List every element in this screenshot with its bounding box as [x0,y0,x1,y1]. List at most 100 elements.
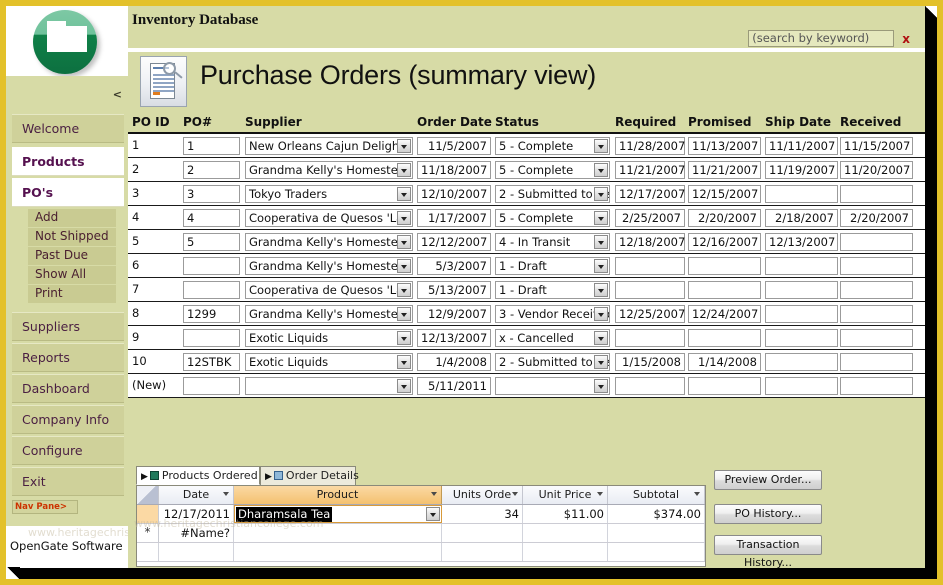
sidebar-item-suppliers[interactable]: Suppliers [12,312,124,341]
chevron-down-icon[interactable] [594,307,608,321]
grid-cell-po-num[interactable] [183,257,240,275]
chevron-down-icon[interactable] [426,507,440,521]
grid-cell-order-date[interactable]: 5/3/2007 [417,257,491,275]
sidebar-item-configure[interactable]: Configure [12,436,124,465]
tab-products-ordered[interactable]: ▶ Products Ordered [136,466,260,485]
grid-cell-received[interactable]: 2/20/2007 [840,209,913,227]
column-header-required[interactable]: Required [615,115,676,129]
grid-cell-order-date[interactable]: 11/18/2007 [417,161,491,179]
chevron-down-icon[interactable] [397,355,411,369]
grid-cell-status[interactable]: 2 - Submitted to Vendor [495,185,610,203]
close-icon[interactable]: x [902,32,910,46]
grid-cell-required[interactable]: 12/25/2007 [615,305,685,323]
table-row[interactable]: 10 12STBK Exotic Liquids 1/4/2008 2 - Submit… [128,350,925,374]
chevron-down-icon[interactable] [397,307,411,321]
table-row[interactable]: 7 Cooperativa de Quesos 'Las 5/13/2007 1 - … [128,278,925,302]
grid-cell-promised[interactable]: 12/24/2007 [688,305,761,323]
preview-order-button[interactable]: Preview Order... [714,470,822,490]
grid-cell-supplier[interactable]: Exotic Liquids [245,353,413,371]
grid-cell-ship-date[interactable] [765,305,838,323]
grid-cell-ship-date[interactable] [765,353,838,371]
table-row[interactable]: 6 Grandma Kelly's Homestead 5/3/2007 1 - Dr… [128,254,925,278]
column-header-promised[interactable]: Promised [688,115,751,129]
grid-cell-supplier[interactable]: New Orleans Cajun Delights [245,137,413,155]
grid-cell-order-date[interactable]: 11/5/2007 [417,137,491,155]
subgrid-cell-subtotal[interactable]: $374.00 [608,505,705,523]
chevron-down-icon[interactable] [594,379,608,393]
grid-cell-order-date[interactable]: 12/12/2007 [417,233,491,251]
grid-cell-status[interactable]: 1 - Draft [495,281,610,299]
grid-cell-required[interactable]: 11/21/2007 [615,161,685,179]
grid-cell-status[interactable] [495,377,610,395]
grid-cell-po-num[interactable]: 2 [183,161,240,179]
grid-cell-promised[interactable]: 2/20/2007 [688,209,761,227]
table-row[interactable]: 2 2 Grandma Kelly's Homestead 11/18/2007 5 -… [128,158,925,182]
sidebar-subitem-not-shipped[interactable]: Not Shipped [28,228,116,246]
grid-cell-supplier[interactable]: Tokyo Traders [245,185,413,203]
table-row[interactable]: 9 Exotic Liquids 12/13/2007 x - Cancelled [128,326,925,350]
chevron-down-icon[interactable] [594,283,608,297]
column-header-po-id[interactable]: PO ID [132,115,170,129]
grid-cell-po-num[interactable]: 4 [183,209,240,227]
grid-cell-order-date[interactable]: 12/9/2007 [417,305,491,323]
column-header-supplier[interactable]: Supplier [245,115,302,129]
tab-order-details[interactable]: ▶ Order Details [260,466,359,485]
grid-cell-received[interactable]: 11/15/2007 [840,137,913,155]
grid-cell-ship-date[interactable]: 11/19/2007 [765,161,838,179]
grid-cell-supplier[interactable]: Cooperativa de Quesos 'Las [245,281,413,299]
sidebar-item-products[interactable]: Products [12,147,124,176]
subgrid-new-row[interactable]: * #Name? [137,524,705,543]
chevron-down-icon[interactable] [594,163,608,177]
subgrid-cell-product[interactable]: Dharamsala Tea [234,505,442,523]
transaction-history-button[interactable]: Transaction History... [714,535,822,569]
subgrid-newrow-cell-product[interactable] [234,524,442,542]
chevron-down-icon[interactable] [397,139,411,153]
grid-cell-ship-date[interactable] [765,257,838,275]
subgrid-cell-units[interactable]: 34 [442,505,523,523]
grid-cell-required[interactable] [615,281,685,299]
grid-cell-supplier[interactable]: Grandma Kelly's Homestead [245,257,413,275]
sidebar-item-company-info[interactable]: Company Info [12,405,124,434]
grid-cell-required[interactable]: 2/25/2007 [615,209,685,227]
grid-cell-promised[interactable] [688,329,761,347]
chevron-down-icon[interactable] [594,259,608,273]
grid-cell-order-date[interactable]: 12/13/2007 [417,329,491,347]
chevron-down-icon[interactable] [397,187,411,201]
grid-cell-po-num[interactable]: 12STBK [183,353,240,371]
table-row[interactable]: 3 3 Tokyo Traders 12/10/2007 2 - Submitted t… [128,182,925,206]
grid-cell-order-date[interactable]: 1/4/2008 [417,353,491,371]
new-record-marker-icon[interactable]: * [137,524,159,542]
table-row[interactable]: (New) 5/11/2011 [128,374,925,398]
chevron-down-icon[interactable] [397,235,411,249]
grid-cell-received[interactable] [840,185,913,203]
subgrid-column-product[interactable]: Product [234,486,442,504]
chevron-down-icon[interactable] [594,187,608,201]
grid-cell-order-date[interactable]: 12/10/2007 [417,185,491,203]
chevron-down-icon[interactable] [431,492,437,496]
table-row[interactable]: 1 1 New Orleans Cajun Delights 11/5/2007 5 -… [128,134,925,158]
grid-cell-required[interactable]: 12/18/2007 [615,233,685,251]
grid-cell-ship-date[interactable] [765,377,838,395]
sidebar-item-welcome[interactable]: Welcome [12,114,124,143]
grid-cell-po-num[interactable]: 3 [183,185,240,203]
column-header-status[interactable]: Status [495,115,539,129]
subgrid-newrow-cell-subtotal[interactable] [608,524,705,542]
chevron-down-icon[interactable] [397,259,411,273]
subgrid-column-unit-price[interactable]: Unit Price [523,486,608,504]
table-row[interactable]: 8 1299 Grandma Kelly's Homestead 12/9/2007 3… [128,302,925,326]
chevron-down-icon[interactable] [594,235,608,249]
chevron-left-icon[interactable]: < [113,88,122,101]
chevron-down-icon[interactable] [512,492,518,496]
subgrid-column-date[interactable]: Date [159,486,234,504]
grid-cell-ship-date[interactable]: 11/11/2007 [765,137,838,155]
chevron-down-icon[interactable] [594,355,608,369]
grid-cell-status[interactable]: 5 - Complete [495,137,610,155]
chevron-down-icon[interactable] [594,211,608,225]
grid-cell-received[interactable]: 11/20/2007 [840,161,913,179]
grid-cell-status[interactable]: 2 - Submitted to Vendor [495,353,610,371]
column-header-po-num[interactable]: PO# [183,115,212,129]
grid-cell-supplier[interactable]: Grandma Kelly's Homestead [245,233,413,251]
grid-cell-status[interactable]: 3 - Vendor Received [495,305,610,323]
grid-cell-po-num[interactable]: 1 [183,137,240,155]
sidebar-subitem-show-all[interactable]: Show All [28,266,116,284]
